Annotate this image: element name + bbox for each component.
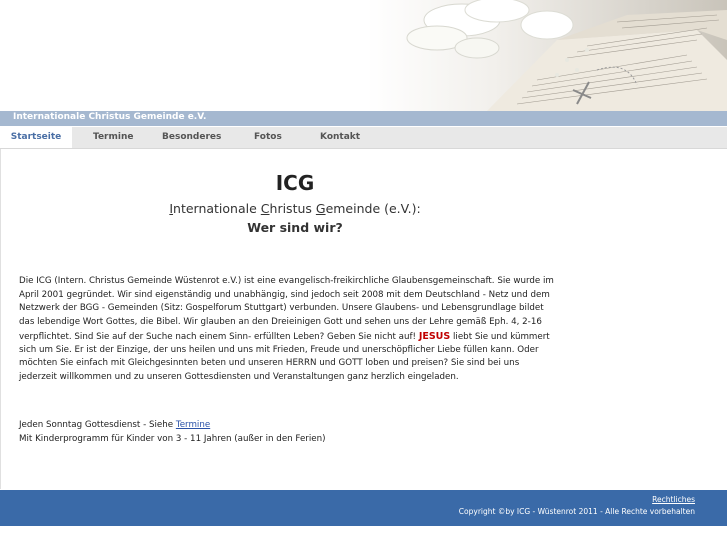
intro-line: jederzeit willkommen und zu unseren Gott…	[19, 372, 459, 382]
nav-fotos[interactable]: Fotos	[254, 127, 282, 148]
jesus-emphasis: JESUS	[418, 331, 451, 342]
page-bottom	[0, 526, 727, 545]
intro-line: Die ICG (Intern. Christus Gemeinde Wüste…	[19, 276, 554, 286]
main-navigation: Startseite Termine Besonderes Fotos Kont…	[0, 127, 727, 149]
intro-line: das lebendige Wort Gottes, die Bibel. Wi…	[19, 317, 542, 327]
intro-line: sich um Sie. Er ist der Einzige, der uns…	[19, 345, 539, 355]
intro-line: möchten Sie einfach mit Gleichgesinnten …	[19, 358, 520, 368]
main-content: ICG Internationale Christus Gemeinde (e.…	[0, 149, 727, 489]
nav-termine[interactable]: Termine	[93, 127, 133, 148]
intro-line: April 2001 gegründet. Wir sind eigenstän…	[19, 290, 550, 300]
sunday-service-line: Jeden Sonntag Gottesdienst - Siehe Termi…	[19, 420, 211, 430]
header-banner	[0, 0, 727, 111]
intro-line: Netzwerk der BGG - Gemeinden (Sitz: Gosp…	[19, 303, 544, 313]
page-heading: ICG	[275, 171, 315, 195]
kids-program-line: Mit Kinderprogramm für Kinder von 3 - 11…	[19, 434, 326, 444]
site-title: Internationale Christus Gemeinde e.V.	[13, 112, 207, 122]
intro-line: verpflichtet. Sind Sie auf der Suche nac…	[19, 331, 550, 342]
page-question: Wer sind wir?	[247, 220, 343, 235]
termine-link[interactable]: Termine	[176, 420, 210, 430]
nav-besonderes[interactable]: Besonderes	[162, 127, 221, 148]
lilies-bible-photo	[367, 0, 727, 111]
site-title-bar: Internationale Christus Gemeinde e.V.	[0, 111, 727, 126]
legal-link[interactable]: Rechtliches	[652, 495, 695, 504]
footer: Rechtliches Copyright ©by ICG - Wüstenro…	[0, 490, 727, 526]
page-subheading: Internationale Christus Gemeinde (e.V.):	[169, 201, 421, 216]
nav-startseite[interactable]: Startseite	[0, 127, 72, 148]
nav-kontakt[interactable]: Kontakt	[320, 127, 360, 148]
copyright-text: Copyright ©by ICG - Wüstenrot 2011 - All…	[458, 507, 695, 516]
